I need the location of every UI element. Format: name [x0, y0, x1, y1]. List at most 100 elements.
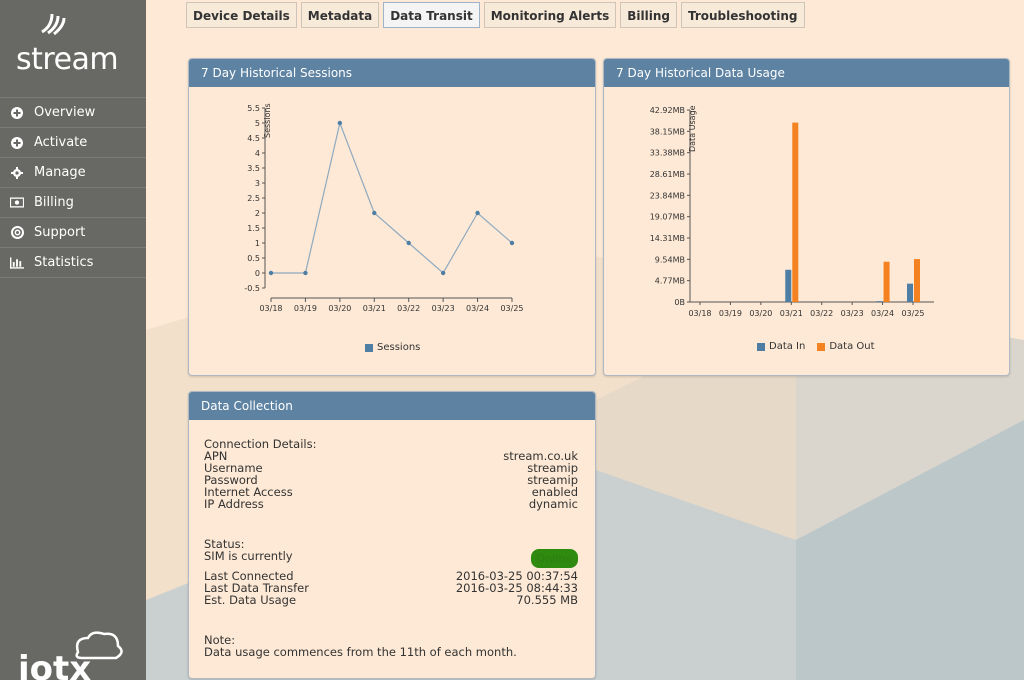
sidebar-item-label: Support — [34, 225, 86, 240]
sim-label: SIM is currently — [204, 549, 293, 563]
sidebar-item-label: Activate — [34, 135, 88, 150]
sidebar-item-overview[interactable]: Overview — [0, 97, 146, 127]
y-tick-label: 4.5 — [247, 134, 260, 143]
data-point — [475, 210, 480, 216]
tab-device-details[interactable]: Device Details — [186, 2, 297, 28]
y-tick-label: 1 — [255, 239, 260, 248]
data-usage-legend: Data In Data Out — [757, 341, 875, 352]
status-badge-text: Online — [536, 552, 572, 565]
y-tick-label: 0.5 — [247, 254, 260, 263]
y-tick-label: 3 — [255, 179, 260, 188]
sidebar-nav: Overview Activate Manage Billing Support — [0, 97, 146, 278]
panel-title: 7 Day Historical Sessions — [189, 59, 595, 87]
y-tick-label: 5.5 — [247, 104, 260, 113]
x-tick-label: 03/21 — [363, 304, 386, 313]
legend-label: Sessions — [377, 342, 421, 353]
bar-data-in — [785, 269, 792, 302]
tab-troubleshooting[interactable]: Troubleshooting — [680, 2, 805, 28]
y-tick-label: -0.5 — [244, 284, 260, 293]
data-point — [303, 270, 308, 276]
data-point — [440, 270, 446, 276]
legend-label: Data In — [769, 341, 806, 352]
y-tick-label: 4.77MB — [655, 277, 685, 286]
sidebar: stream Overview Activate Manage Billing — [0, 0, 146, 680]
sidebar-item-manage[interactable]: Manage — [0, 157, 146, 187]
logo-text: stream — [16, 42, 119, 77]
y-tick-label: 2 — [255, 209, 260, 218]
sim-status-row: SIM is currently Online — [204, 549, 578, 568]
sidebar-item-label: Statistics — [34, 255, 94, 270]
legend-swatch — [365, 343, 373, 352]
x-tick-label: 03/24 — [871, 309, 894, 318]
sidebar-item-label: Manage — [34, 165, 86, 180]
x-tick-label: 03/18 — [259, 304, 282, 313]
bar-data-out — [883, 261, 890, 302]
note-text: Data usage commences from the 11th of ea… — [204, 645, 517, 659]
sessions-chart: -0.5 0 0.5 1 1.5 2 2.5 3 3.5 4 4.5 5 5.5 Sessions 03/1… — [244, 103, 523, 313]
sidebar-item-statistics[interactable]: Statistics — [0, 247, 146, 278]
detail-value: 70.555 MB — [516, 593, 578, 607]
detail-value: dynamic — [528, 497, 578, 511]
sidebar-item-activate[interactable]: Activate — [0, 127, 146, 157]
sidebar-item-billing[interactable]: Billing — [0, 187, 146, 217]
series-line-sessions — [271, 120, 513, 274]
x-tick-label: 03/22 — [397, 304, 420, 313]
y-axis-label: Data Usage — [688, 105, 697, 152]
panel-title: Data Collection — [189, 392, 595, 420]
data-usage-panel: 7 Day Historical Data Usage 0B 4.77MB 9.54… — [603, 58, 1010, 376]
sessions-panel: 7 Day Historical Sessions -0.5 0 0.5 1 1.5 2 2… — [188, 58, 596, 376]
y-tick-label: 2.5 — [247, 194, 260, 203]
plus-circle-icon — [10, 136, 24, 150]
y-tick-label: 19.07MB — [650, 213, 685, 222]
data-point — [268, 270, 274, 276]
x-tick-label: 03/24 — [466, 304, 489, 313]
tab-billing[interactable]: Billing — [620, 2, 677, 28]
data-point — [337, 120, 343, 126]
legend-swatch — [817, 342, 826, 351]
data-point — [406, 240, 411, 246]
bar-data-in — [876, 301, 883, 302]
sessions-legend: Sessions — [365, 342, 420, 353]
x-tick-label: 03/20 — [749, 309, 772, 318]
wifi-waves-icon — [41, 13, 66, 36]
x-tick-label: 03/22 — [810, 309, 833, 318]
data-collection-body: Connection Details: APN stream.co.uk User… — [204, 438, 578, 658]
iotx-logo: iotx — [18, 631, 123, 680]
life-ring-icon — [10, 226, 24, 240]
detail-row: Username streamip — [204, 462, 578, 474]
detail-label: Est. Data Usage — [204, 593, 297, 607]
y-tick-label: 3.5 — [247, 164, 260, 173]
x-tick-label: 03/23 — [432, 304, 455, 313]
tab-bar: Device Details Metadata Data Transit Mon… — [186, 2, 805, 28]
sidebar-item-support[interactable]: Support — [0, 217, 146, 247]
detail-row: IP Address dynamic — [204, 498, 578, 510]
y-tick-label: 4 — [255, 149, 260, 158]
sidebar-item-label: Billing — [34, 195, 74, 210]
legend-swatch — [757, 342, 765, 351]
plus-circle-icon — [10, 106, 24, 120]
y-tick-label: 0B — [674, 298, 685, 307]
x-tick-label: 03/20 — [328, 304, 351, 313]
y-tick-label: 5 — [255, 119, 260, 128]
y-tick-label: 28.61MB — [650, 170, 685, 179]
sidebar-item-label: Overview — [34, 105, 96, 120]
x-tick-label: 03/19 — [719, 309, 742, 318]
bar-data-out — [914, 259, 920, 302]
status-badge: Online — [530, 549, 578, 568]
detail-row: Est. Data Usage 70.555 MB — [204, 594, 578, 606]
y-tick-label: 1.5 — [247, 224, 260, 233]
legend-label: Data Out — [829, 341, 875, 352]
tab-monitoring-alerts[interactable]: Monitoring Alerts — [483, 2, 617, 28]
detail-label: IP Address — [204, 497, 264, 511]
y-tick-label: 14.31MB — [650, 234, 685, 243]
tab-data-transit[interactable]: Data Transit — [383, 2, 480, 28]
x-tick-label: 03/25 — [500, 304, 523, 313]
tab-metadata[interactable]: Metadata — [300, 2, 380, 28]
bar-data-out — [792, 122, 799, 302]
y-tick-label: 42.92MB — [650, 106, 685, 115]
panel-title: 7 Day Historical Data Usage — [604, 59, 1009, 87]
bar-data-in — [907, 283, 913, 302]
stream-logo[interactable]: stream — [0, 12, 146, 82]
y-tick-label: 33.38MB — [650, 149, 685, 158]
x-tick-label: 03/19 — [294, 304, 317, 313]
